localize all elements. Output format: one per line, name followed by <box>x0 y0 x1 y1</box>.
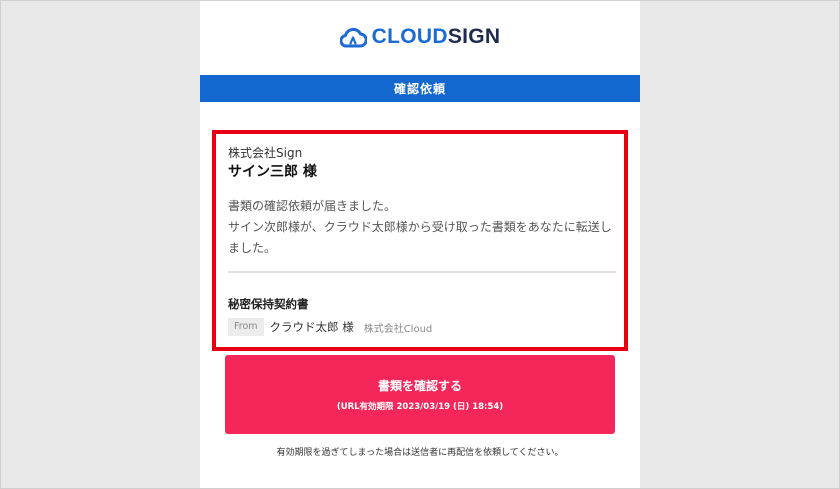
sender-name: クラウド太郎 様 <box>269 320 354 334</box>
document-title: 秘密保持契約書 <box>228 297 309 311</box>
logo-text-cloud: CLOUD <box>371 25 448 48</box>
message-line-1: 書類の確認依頼が届きました。 <box>228 199 397 213</box>
message-text: 書類の確認依頼が届きました。 サイン次郎様が、クラウド太郎様から受け取った書類を… <box>228 196 620 259</box>
sender-row: From クラウド太郎 様 株式会社Cloud <box>228 318 432 336</box>
recipient-name: サイン三郎 様 <box>228 164 317 180</box>
url-expiry-text: (URL有効期限 2023/03/19 (日) 18:54) <box>336 402 504 412</box>
expiry-footnote: 有効期限を過ぎてしまった場合は送信者に再配信を依頼してください。 <box>276 448 564 458</box>
sender-company: 株式会社Cloud <box>363 323 433 335</box>
divider <box>228 271 616 273</box>
confirm-button-label: 書類を確認する <box>377 379 462 393</box>
cloudsign-logo: CLOUDSIGN <box>200 22 640 52</box>
recipient-company: 株式会社Sign <box>228 146 303 160</box>
logo-wordmark: CLOUDSIGN <box>372 25 501 49</box>
highlighted-message-card: 株式会社Sign サイン三郎 様 書類の確認依頼が届きました。 サイン次郎様が、… <box>212 130 628 351</box>
email-body: CLOUDSIGN 確認依頼 株式会社Sign サイン三郎 様 書類の確認依頼が… <box>200 0 640 489</box>
title-banner: 確認依頼 <box>200 75 640 102</box>
cloud-pen-logo-icon <box>339 27 367 48</box>
confirm-document-button[interactable]: 書類を確認する (URL有効期限 2023/03/19 (日) 18:54) <box>225 355 615 434</box>
from-badge: From <box>228 318 264 336</box>
message-line-2: サイン次郎様が、クラウド太郎様から受け取った書類をあなたに転送しました。 <box>228 220 612 255</box>
logo-text-sign: SIGN <box>447 25 501 48</box>
